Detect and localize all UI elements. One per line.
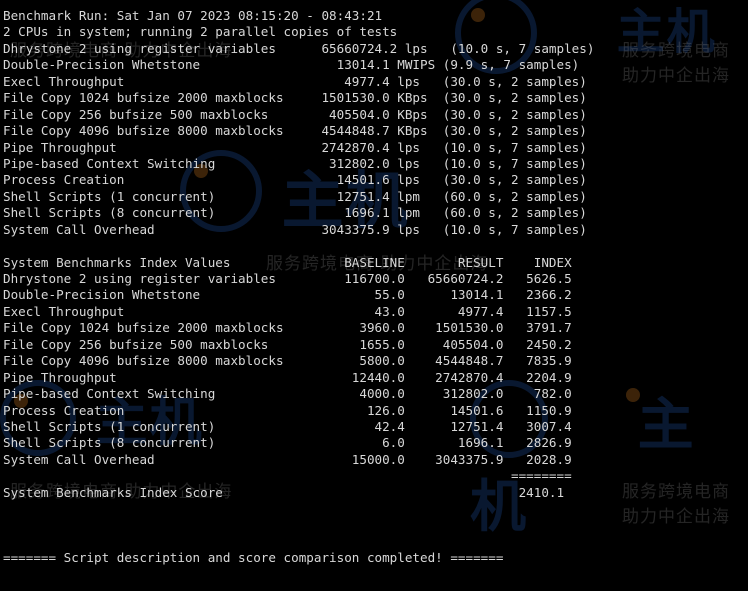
terminal-window[interactable]: 主机 服务跨境电商 助力中企出海 服务跨境电商 助力中企出海 主机 服务跨境电商… bbox=[0, 0, 748, 591]
cpu-info-line: 2 CPUs in system; running 2 parallel cop… bbox=[3, 24, 398, 40]
watermark-tagline-bottom-right: 服务跨境电商 助力中企出海 bbox=[622, 482, 730, 527]
result-line: Dhrystone 2 using register variables 656… bbox=[3, 40, 595, 56]
index-row: System Call Overhead 15000.0 3043375.9 2… bbox=[3, 451, 572, 467]
index-row: Execl Throughput 43.0 4977.4 1157.5 bbox=[3, 303, 572, 319]
index-row: Process Creation 126.0 14501.6 1150.9 bbox=[3, 402, 572, 418]
index-row: File Copy 1024 bufsize 2000 maxblocks 39… bbox=[3, 320, 572, 336]
result-line: Shell Scripts (1 concurrent) 12751.4 lpm… bbox=[3, 188, 587, 204]
result-line: Pipe Throughput 2742870.4 lps (10.0 s, 7… bbox=[3, 139, 587, 155]
index-score-line: System Benchmarks Index Score 2410.1 bbox=[3, 484, 565, 500]
result-line: File Copy 256 bufsize 500 maxblocks 4055… bbox=[3, 106, 587, 122]
watermark-tagline-top-right: 服务跨境电商 助力中企出海 bbox=[622, 41, 730, 86]
watermark-brand: 主机 bbox=[616, 4, 717, 60]
index-row: Pipe-based Context Switching 4000.0 3128… bbox=[3, 386, 572, 402]
completion-message: ======= Script description and score com… bbox=[3, 550, 504, 566]
result-line: Pipe-based Context Switching 312802.0 lp… bbox=[3, 155, 587, 171]
index-row: Double-Precision Whetstone 55.0 13014.1 … bbox=[3, 287, 572, 303]
index-row: Shell Scripts (1 concurrent) 42.4 12751.… bbox=[3, 418, 572, 434]
index-row: File Copy 4096 bufsize 8000 maxblocks 58… bbox=[3, 353, 572, 369]
result-line: Execl Throughput 4977.4 lps (30.0 s, 2 s… bbox=[3, 73, 587, 89]
result-line: Process Creation 14501.6 lps (30.0 s, 2 … bbox=[3, 172, 587, 188]
result-line: Shell Scripts (8 concurrent) 1696.1 lpm … bbox=[3, 205, 587, 221]
index-table-header: System Benchmarks Index Values BASELINE … bbox=[3, 254, 572, 270]
index-row: File Copy 256 bufsize 500 maxblocks 1655… bbox=[3, 336, 572, 352]
index-row: Shell Scripts (8 concurrent) 6.0 1696.1 … bbox=[3, 435, 572, 451]
result-line: File Copy 1024 bufsize 2000 maxblocks 15… bbox=[3, 90, 587, 106]
result-line: File Copy 4096 bufsize 8000 maxblocks 45… bbox=[3, 123, 587, 139]
score-separator: ======== bbox=[3, 468, 572, 484]
terminal-output[interactable]: Benchmark Run: Sat Jan 07 2023 08:15:20 … bbox=[3, 8, 594, 567]
result-line: Double-Precision Whetstone 13014.1 MWIPS… bbox=[3, 57, 580, 73]
index-row: Dhrystone 2 using register variables 116… bbox=[3, 271, 572, 286]
index-row: Pipe Throughput 12440.0 2742870.4 2204.9 bbox=[3, 369, 572, 385]
benchmark-run-line: Benchmark Run: Sat Jan 07 2023 08:15:20 … bbox=[3, 8, 383, 23]
result-line: System Call Overhead 3043375.9 lps (10.0… bbox=[3, 221, 587, 237]
